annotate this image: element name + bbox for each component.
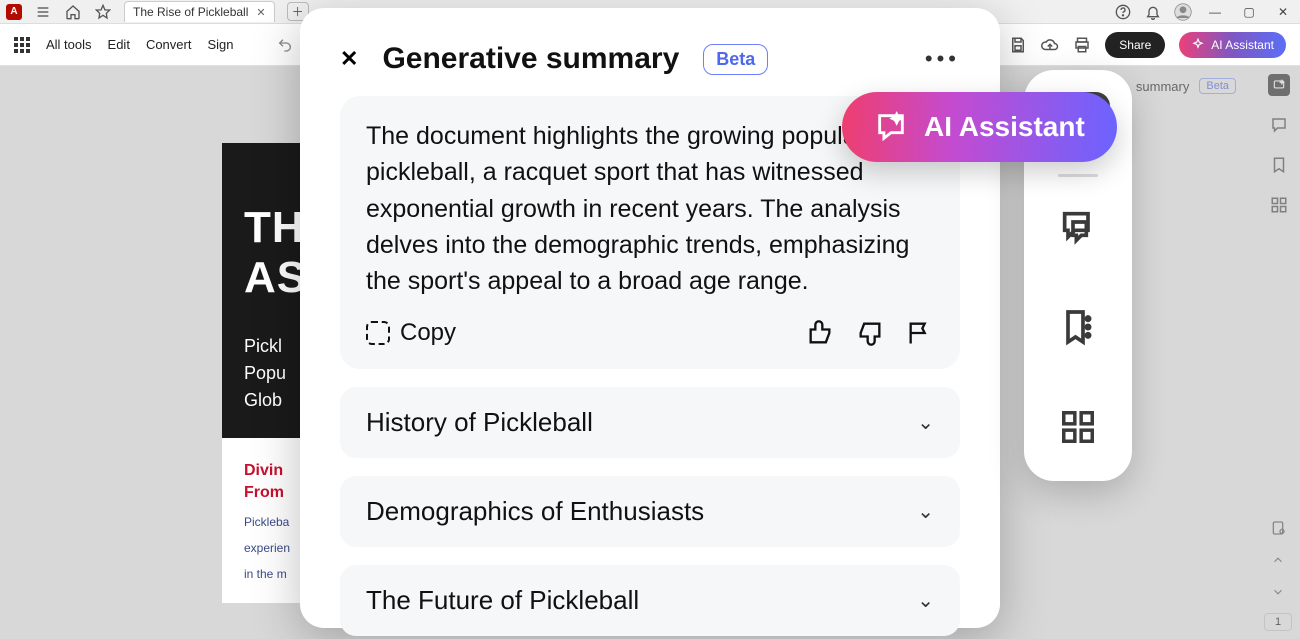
sparkle-icon [1191, 38, 1205, 52]
bell-icon[interactable] [1144, 4, 1162, 20]
minimize-button[interactable]: — [1204, 5, 1226, 19]
section-history[interactable]: History of Pickleball ⌄ [340, 387, 960, 458]
copy-label: Copy [400, 319, 456, 347]
tab-title: The Rise of Pickleball [133, 5, 248, 19]
close-window-button[interactable]: ✕ [1272, 5, 1294, 19]
section-title: History of Pickleball [366, 407, 593, 438]
profile-avatar[interactable] [1174, 3, 1192, 21]
all-tools-icon[interactable] [14, 37, 30, 53]
edit-button[interactable]: Edit [108, 37, 130, 52]
bookmark-tool-button[interactable] [1046, 295, 1110, 359]
acrobat-logo: A [6, 4, 22, 20]
close-tab-icon[interactable]: ✕ [256, 6, 265, 19]
divider [1058, 174, 1098, 177]
help-icon[interactable] [1114, 4, 1132, 20]
undo-icon[interactable] [276, 36, 294, 54]
section-future[interactable]: The Future of Pickleball ⌄ [340, 565, 960, 636]
close-panel-button[interactable]: ✕ [340, 46, 358, 72]
section-demographics[interactable]: Demographics of Enthusiasts ⌄ [340, 476, 960, 547]
ai-assistant-toolbar-button[interactable]: AI Assistant [1179, 32, 1286, 58]
copy-button[interactable]: Copy [366, 319, 456, 347]
save-icon[interactable] [1009, 36, 1027, 54]
thumbs-down-icon[interactable] [856, 319, 884, 347]
ai-assistant-label: AI Assistant [1211, 38, 1274, 52]
copy-icon [366, 321, 390, 345]
section-title: Demographics of Enthusiasts [366, 496, 704, 527]
thumbs-up-icon[interactable] [806, 319, 834, 347]
sign-button[interactable]: Sign [207, 37, 233, 52]
section-title: The Future of Pickleball [366, 585, 639, 616]
beta-pill: Beta [703, 44, 768, 75]
document-tab[interactable]: The Rise of Pickleball ✕ [124, 1, 275, 22]
all-tools-button[interactable]: All tools [46, 37, 92, 52]
ai-pill-label: AI Assistant [924, 111, 1085, 143]
cloud-upload-icon[interactable] [1041, 36, 1059, 54]
sparkle-chat-icon [874, 110, 908, 144]
chevron-down-icon: ⌄ [917, 499, 934, 524]
chevron-down-icon: ⌄ [917, 410, 934, 435]
star-icon[interactable] [94, 4, 112, 20]
print-icon[interactable] [1073, 36, 1091, 54]
panel-more-menu[interactable]: ••• [925, 46, 960, 72]
share-button[interactable]: Share [1105, 32, 1165, 58]
chevron-down-icon: ⌄ [917, 588, 934, 613]
hamburger-menu-icon[interactable] [34, 4, 52, 20]
chat-tool-button[interactable] [1046, 195, 1110, 259]
maximize-button[interactable]: ▢ [1238, 5, 1260, 19]
home-icon[interactable] [64, 4, 82, 20]
ai-assistant-pill[interactable]: AI Assistant [842, 92, 1117, 162]
panel-title: Generative summary [382, 42, 679, 76]
report-flag-icon[interactable] [906, 319, 934, 347]
convert-button[interactable]: Convert [146, 37, 192, 52]
grid-tool-button[interactable] [1046, 395, 1110, 459]
